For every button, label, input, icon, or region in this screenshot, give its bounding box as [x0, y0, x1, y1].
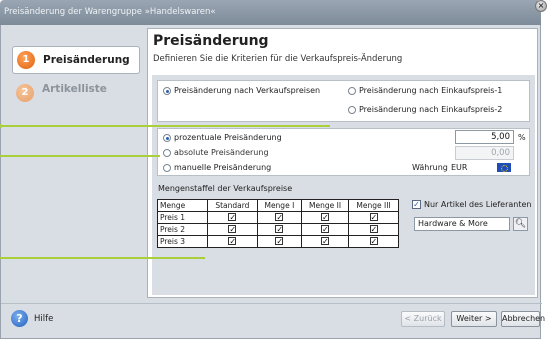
- title-bar: Preisänderung der Warengruppe »Handelswa…: [0, 0, 541, 25]
- cancel-button[interactable]: Abbrechen: [501, 311, 545, 327]
- radio-vk-label: Preisänderung nach Verkaufspreisen: [174, 86, 321, 95]
- checkbox[interactable]: ✓: [275, 237, 284, 246]
- checkbox[interactable]: ✓: [321, 237, 330, 246]
- table-row: Preis 1 ✓ ✓ ✓ ✓: [157, 211, 399, 224]
- radio-absolute-label: absolute Preisänderung: [174, 148, 269, 157]
- checkbox[interactable]: ✓: [321, 225, 330, 234]
- percent-input[interactable]: 5,00: [455, 130, 514, 144]
- radio-absolute[interactable]: [163, 149, 171, 157]
- column-header: Menge I: [256, 199, 303, 212]
- currency-value: EUR: [451, 163, 468, 172]
- step-number-badge: 2: [16, 84, 34, 102]
- checkbox[interactable]: ✓: [369, 237, 378, 246]
- row-label: Preis 1: [157, 211, 208, 224]
- window-title: Preisänderung der Warengruppe »Handelswa…: [4, 7, 216, 17]
- step-number-badge: 1: [17, 51, 35, 69]
- eu-flag-icon: [497, 163, 511, 172]
- absolute-input[interactable]: 0,00: [455, 146, 514, 160]
- main-panel: Preisänderung Definieren Sie die Kriteri…: [147, 28, 538, 298]
- row-label: Preis 3: [157, 235, 208, 248]
- currency-label: Währung: [412, 163, 448, 172]
- radio-ek1-label: Preisänderung nach Einkaufspreis-1: [359, 86, 503, 95]
- step-label: Artikelliste: [42, 83, 107, 95]
- change-type-group: prozentuale Preisänderung 5,00 % absolut…: [157, 128, 530, 176]
- table-row: Preis 2 ✓ ✓ ✓ ✓: [157, 223, 399, 236]
- radio-percent-label: prozentuale Preisänderung: [174, 133, 282, 142]
- column-header: Menge II: [301, 199, 350, 212]
- column-header: Menge III: [348, 199, 399, 212]
- footer-divider: [1, 303, 542, 304]
- supplier-checkbox-label: Nur Artikel des Lieferanten: [424, 200, 532, 209]
- radio-ek1[interactable]: [348, 87, 356, 95]
- checkbox[interactable]: ✓: [369, 213, 378, 222]
- checkbox[interactable]: ✓: [228, 237, 237, 246]
- step-label: Preisänderung: [43, 54, 130, 66]
- close-icon[interactable]: ×: [535, 0, 547, 12]
- page-subtitle: Definieren Sie die Kriterien für die Ver…: [153, 54, 403, 64]
- quantity-title: Mengenstaffel der Verkaufspreise: [158, 184, 293, 193]
- row-label: Preis 2: [157, 223, 208, 236]
- percent-unit: %: [518, 133, 526, 142]
- page-title: Preisänderung: [153, 33, 269, 49]
- table-row: Preis 3 ✓ ✓ ✓ ✓: [157, 235, 399, 248]
- step-artikelliste[interactable]: 2 Artikelliste: [12, 80, 140, 108]
- checkbox[interactable]: ✓: [321, 213, 330, 222]
- column-header: Menge: [157, 199, 208, 212]
- radio-vk[interactable]: [163, 87, 171, 95]
- dialog-window: 1 Preisänderung 2 Artikelliste Preisände…: [0, 25, 545, 339]
- content-area: Preisänderung nach Verkaufspreisen Preis…: [152, 75, 535, 295]
- step-preisaenderung[interactable]: 1 Preisänderung: [12, 46, 140, 74]
- callout-line: [0, 155, 160, 157]
- callout-line: [0, 125, 330, 127]
- column-header: Standard: [207, 199, 258, 212]
- checkbox[interactable]: ✓: [275, 213, 284, 222]
- checkbox[interactable]: ✓: [228, 225, 237, 234]
- price-basis-group: Preisänderung nach Verkaufspreisen Preis…: [157, 80, 530, 122]
- checkbox[interactable]: ✓: [369, 225, 378, 234]
- radio-ek2[interactable]: [348, 106, 356, 114]
- checkbox[interactable]: ✓: [228, 213, 237, 222]
- radio-manual-label: manuelle Preisänderung: [174, 163, 272, 172]
- checkbox[interactable]: ✓: [275, 225, 284, 234]
- callout-line: [0, 257, 205, 259]
- radio-ek2-label: Preisänderung nach Einkaufspreis-2: [359, 105, 503, 114]
- radio-manual[interactable]: [163, 164, 171, 172]
- table-header-row: Menge Standard Menge I Menge II Menge II…: [157, 199, 399, 212]
- next-button[interactable]: Weiter >: [451, 311, 497, 327]
- quantity-table: Menge Standard Menge I Menge II Menge II…: [157, 199, 399, 248]
- search-icon[interactable]: 🔍︎: [513, 217, 528, 231]
- supplier-field[interactable]: Hardware & More: [414, 217, 510, 231]
- back-button[interactable]: < Zurück: [401, 311, 445, 327]
- radio-percent[interactable]: [163, 134, 171, 142]
- help-icon[interactable]: ?: [11, 310, 28, 327]
- help-label[interactable]: Hilfe: [34, 314, 53, 324]
- supplier-checkbox[interactable]: ✓: [412, 200, 421, 209]
